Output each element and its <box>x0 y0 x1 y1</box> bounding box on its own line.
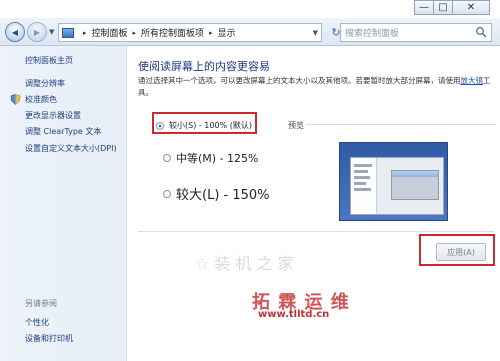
sidebar-item-personalization[interactable]: 个性化 <box>25 317 49 328</box>
preview-line <box>354 176 370 179</box>
preview-sidebar <box>351 158 377 214</box>
option-larger[interactable]: 较大(L) - 150% <box>163 184 270 203</box>
control-panel-window: — □ ✕ ◀ ▶ ▼ ▸ 控制面板 ▸ 所有控制面板项 ▸ 显示 ▼ ↻ 搜索… <box>0 0 500 361</box>
highlight-box-apply <box>419 234 495 266</box>
see-also-heading: 另请参阅 <box>25 299 57 308</box>
breadcrumb-display[interactable]: 显示 <box>218 26 236 39</box>
minimize-button[interactable]: — <box>414 0 434 15</box>
page-title: 使阅读屏幕上的内容更容易 <box>138 60 270 73</box>
preview-divider <box>306 124 496 125</box>
close-button[interactable]: ✕ <box>452 0 490 15</box>
preview-line <box>354 188 371 191</box>
radio-medium[interactable] <box>163 154 171 162</box>
search-input[interactable]: 搜索控制面板 <box>345 26 399 39</box>
search-box[interactable]: 搜索控制面板 <box>340 23 492 42</box>
sidebar-item-cleartype[interactable]: 调整 ClearType 文本 <box>25 126 101 137</box>
breadcrumb-all-items[interactable]: 所有控制面板项 <box>141 26 204 39</box>
sidebar-item-custom-dpi[interactable]: 设置自定义文本大小(DPI) <box>25 143 117 154</box>
magnifier-link[interactable]: 放大镜 <box>461 76 484 85</box>
preview-panel-title <box>392 171 438 177</box>
navigation-bar: ◀ ▶ ▼ ▸ 控制面板 ▸ 所有控制面板项 ▸ 显示 ▼ ↻ 搜索控制面板 <box>0 18 500 46</box>
preview-line <box>354 170 368 173</box>
back-button[interactable]: ◀ <box>5 22 25 42</box>
arrow-right-icon: ▶ <box>33 27 41 37</box>
radio-larger[interactable] <box>163 189 171 198</box>
breadcrumb-separator-icon[interactable]: ▸ <box>209 29 213 37</box>
preview-line <box>354 182 366 185</box>
window-caption-buttons: — □ ✕ <box>414 0 490 18</box>
preview-image <box>339 142 448 221</box>
page-description: 通过选择其中一个选项，可以更改屏幕上的文本大小以及其他项。若要暂时放大部分屏幕，… <box>138 75 494 99</box>
preview-window <box>350 157 444 215</box>
preview-line <box>354 164 372 167</box>
sidebar-item-display-settings[interactable]: 更改显示器设置 <box>25 110 81 121</box>
breadcrumb-separator-icon[interactable]: ▸ <box>133 29 137 37</box>
arrow-left-icon: ◀ <box>11 27 19 37</box>
preview-label: 预览 <box>288 121 304 130</box>
watermark-url: www.tlltd.cn <box>258 309 330 320</box>
maximize-button[interactable]: □ <box>433 0 453 15</box>
option-medium[interactable]: 中等(M) - 125% <box>163 150 258 166</box>
sidebar: 控制面板主页 调整分辨率 校准颜色 更改显示器设置 调整 ClearType 文… <box>0 46 127 361</box>
highlight-box-option <box>152 112 257 134</box>
sidebar-item-devices-printers[interactable]: 设备和打印机 <box>25 333 73 344</box>
sidebar-item-home[interactable]: 控制面板主页 <box>25 55 73 66</box>
sidebar-item-resolution[interactable]: 调整分辨率 <box>25 78 65 89</box>
address-dropdown-icon[interactable]: ▼ <box>313 29 318 37</box>
preview-panel <box>391 170 439 200</box>
watermark-faint: ☆ 装 机 之 家 <box>195 254 294 273</box>
shield-icon <box>10 94 21 105</box>
content-divider <box>138 231 494 232</box>
option-larger-label: 较大(L) - 150% <box>176 188 270 203</box>
recent-pages-dropdown-icon[interactable]: ▼ <box>49 28 54 36</box>
forward-button[interactable]: ▶ <box>27 22 47 42</box>
breadcrumb-control-panel[interactable]: 控制面板 <box>92 26 128 39</box>
option-medium-label: 中等(M) - 125% <box>176 152 259 165</box>
search-icon[interactable] <box>475 26 487 38</box>
breadcrumb-separator-icon[interactable]: ▸ <box>83 29 87 37</box>
address-bar[interactable]: ▸ 控制面板 ▸ 所有控制面板项 ▸ 显示 ▼ <box>58 23 322 42</box>
description-text: 通过选择其中一个选项，可以更改屏幕上的文本大小以及其他项。若要暂时放大部分屏幕，… <box>138 76 461 85</box>
sidebar-item-calibrate-color[interactable]: 校准颜色 <box>25 94 57 105</box>
control-panel-icon <box>62 27 74 38</box>
